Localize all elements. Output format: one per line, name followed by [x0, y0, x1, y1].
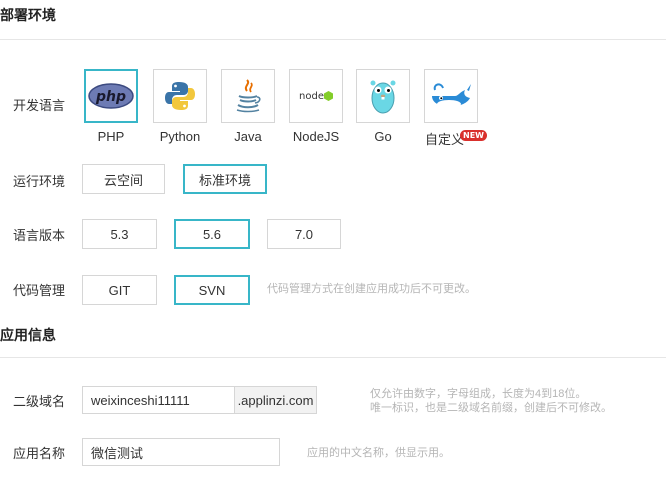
domain-input[interactable]: [83, 387, 234, 413]
deploy-section-title: 部署环境: [0, 7, 56, 23]
nodejs-icon: node: [299, 91, 333, 102]
app-section-title: 应用信息: [0, 327, 56, 343]
language-option-go[interactable]: [356, 69, 410, 123]
app-name-field-wrapper: [82, 438, 280, 466]
version-option-5-6[interactable]: 5.6: [174, 219, 250, 249]
section-divider: [0, 39, 666, 40]
version-option-7-0[interactable]: 7.0: [267, 219, 341, 249]
nodejs-logo-text: node: [299, 90, 324, 102]
language-name-php: PHP: [97, 129, 125, 144]
language-option-nodejs[interactable]: node: [289, 69, 343, 123]
runtime-option-cloud-space[interactable]: 云空间: [82, 164, 165, 194]
language-option-php[interactable]: php: [84, 69, 138, 123]
language-option-custom[interactable]: [424, 69, 478, 123]
vcs-option-git[interactable]: GIT: [82, 275, 157, 305]
app-name-label: 应用名称: [13, 446, 66, 461]
version-label: 语言版本: [13, 228, 66, 243]
vcs-label: 代码管理: [13, 283, 66, 298]
runtime-label: 运行环境: [13, 174, 66, 189]
domain-hint-2: 唯一标识，也是二级域名前缀，创建后不可修改。: [370, 402, 612, 414]
vcs-hint: 代码管理方式在创建应用成功后不可更改。: [267, 283, 476, 295]
domain-suffix: .applinzi.com: [235, 386, 317, 414]
docker-whale-icon: [432, 83, 471, 108]
version-option-5-3[interactable]: 5.3: [82, 219, 157, 249]
language-option-python[interactable]: [153, 69, 207, 123]
domain-field-wrapper: [82, 386, 235, 414]
app-name-input[interactable]: [83, 439, 279, 465]
vcs-option-svn[interactable]: SVN: [174, 275, 250, 305]
python-icon: [165, 82, 195, 110]
php-icon: php: [88, 83, 134, 109]
hexagon-icon: [323, 91, 333, 101]
runtime-option-standard[interactable]: 标准环境: [183, 164, 267, 194]
java-icon: [236, 79, 261, 113]
app-name-hint: 应用的中文名称，供显示用。: [307, 447, 450, 459]
domain-label: 二级域名: [13, 394, 66, 409]
domain-hint-1: 仅允许由数字，字母组成，长度为4到18位。: [370, 388, 587, 400]
new-badge: NEW: [460, 130, 487, 141]
language-label: 开发语言: [13, 98, 66, 113]
svg-text:php: php: [95, 89, 126, 105]
section-divider: [0, 357, 666, 358]
language-option-java[interactable]: [221, 69, 275, 123]
go-gopher-icon: [370, 80, 396, 114]
